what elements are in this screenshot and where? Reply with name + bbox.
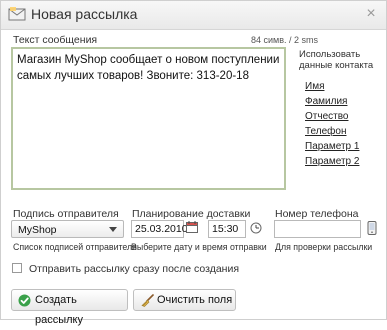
phone-icon[interactable] <box>366 221 378 235</box>
send-now-label: Отправить рассылку сразу после создания <box>29 263 240 275</box>
create-mailing-button[interactable]: Создать рассылку <box>11 289 128 326</box>
broom-icon <box>141 294 154 307</box>
message-label: Текст сообщения <box>13 34 98 46</box>
message-textarea[interactable]: Магазин MyShop сообщает о новом поступле… <box>11 47 286 190</box>
contact-data-label: Использовать данные контакта <box>299 49 374 71</box>
dialog-title: Новая рассылка <box>31 6 138 22</box>
envelope-icon <box>8 7 26 21</box>
contact-link-param-2[interactable]: Параметр 2 <box>305 156 359 167</box>
clear-fields-label: Очистить поля <box>157 294 233 306</box>
clear-fields-button[interactable]: Очистить поля <box>133 289 236 311</box>
date-input[interactable]: 25.03.2010 <box>131 220 188 238</box>
check-icon <box>18 294 31 307</box>
schedule-label: Планирование доставки <box>132 208 251 220</box>
time-input[interactable]: 15:30 <box>208 220 246 238</box>
contact-link-param-1[interactable]: Параметр 1 <box>305 141 359 152</box>
calendar-icon[interactable] <box>186 221 198 233</box>
sender-select[interactable]: MyShop <box>11 220 124 238</box>
message-counter: 84 симв. / 2 sms <box>251 35 319 45</box>
close-icon[interactable]: × <box>363 6 379 22</box>
contact-link-patronymic[interactable]: Отчество <box>305 111 348 122</box>
contact-link-phone[interactable]: Телефон <box>305 126 346 137</box>
phone-label: Номер телефона <box>275 208 359 220</box>
contact-link-surname[interactable]: Фамилия <box>305 96 347 107</box>
contact-link-name[interactable]: Имя <box>305 81 324 92</box>
sender-hint: Список подписей отправителя <box>13 242 137 252</box>
new-mailing-dialog: Новая рассылка × Текст сообщения 84 симв… <box>0 0 387 326</box>
sender-value: MyShop <box>18 224 57 236</box>
create-mailing-label: Создать рассылку <box>35 294 83 326</box>
clock-icon[interactable] <box>250 222 262 234</box>
sender-label: Подпись отправителя <box>13 208 119 220</box>
phone-input[interactable] <box>274 220 361 238</box>
dialog-titlebar: Новая рассылка × <box>1 1 386 30</box>
phone-hint: Для проверки рассылки <box>275 242 373 252</box>
chevron-down-icon <box>109 227 117 232</box>
send-now-checkbox[interactable] <box>12 263 22 273</box>
schedule-hint: Выберите дату и время отправки <box>131 242 267 252</box>
